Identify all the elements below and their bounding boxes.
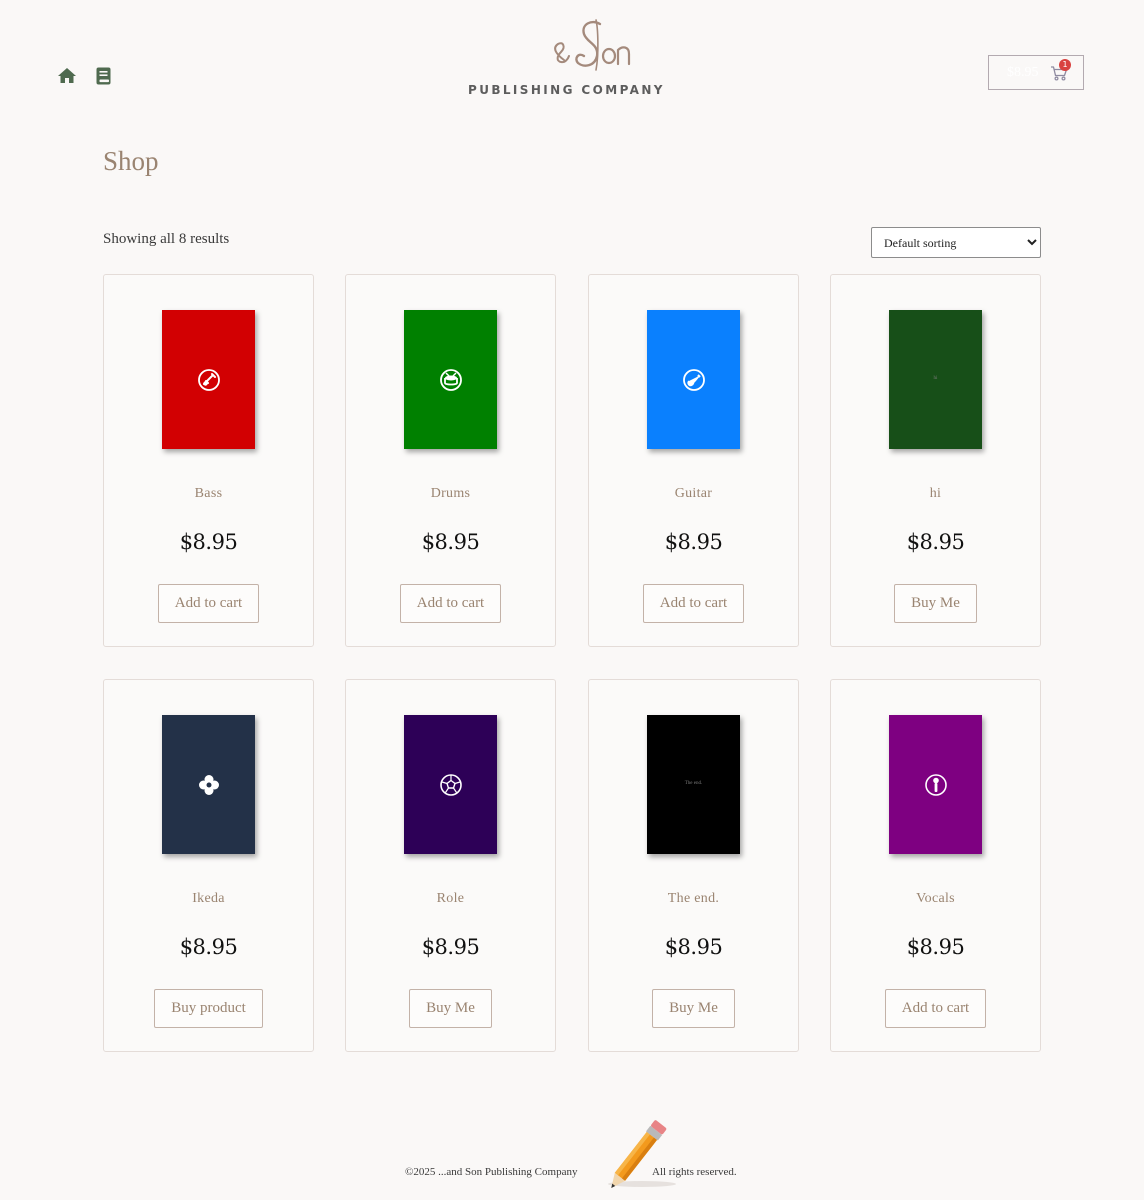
add-to-cart-button[interactable]: Add to cart [157, 584, 260, 623]
product-cover[interactable] [889, 715, 982, 854]
product-cover[interactable] [162, 310, 255, 449]
add-to-cart-button[interactable]: Add to cart [642, 584, 745, 623]
flower-icon [199, 775, 219, 795]
logo-text: PUBLISHING COMPANY [468, 83, 665, 97]
product-card-bass: Bass $8.95 Add to cart [103, 274, 314, 647]
product-name[interactable]: Guitar [589, 486, 798, 502]
result-count: Showing all 8 results [103, 231, 230, 247]
product-card-role: Role $8.95 Buy Me [345, 679, 556, 1052]
home-icon[interactable] [57, 66, 77, 86]
product-cover[interactable] [647, 310, 740, 449]
page: PUBLISHING COMPANY $8.95 1 Shop Showing … [0, 0, 1144, 1200]
product-card-hi: hi hi $8.95 Buy Me [830, 274, 1041, 647]
product-name[interactable]: Role [346, 891, 555, 907]
buy-me-button[interactable]: Buy Me [894, 584, 977, 623]
button-wrap: Add to cart [831, 989, 1040, 1028]
button-wrap: Buy Me [346, 989, 555, 1028]
product-price: $8.95 [664, 935, 723, 959]
button-wrap: Add to cart [589, 584, 798, 623]
product-name[interactable]: Drums [346, 486, 555, 502]
product-cover[interactable]: The end. [647, 715, 740, 854]
footer-copyright: ©2025 ...and Son Publishing Company [405, 1166, 578, 1178]
product-name[interactable]: hi [831, 486, 1040, 502]
product-price: $8.95 [421, 530, 480, 554]
product-price: $8.95 [906, 530, 965, 554]
cart-count-badge: 1 [1059, 59, 1071, 71]
page-title: Shop [103, 146, 159, 176]
product-name[interactable]: Bass [104, 486, 313, 502]
buy-product-button[interactable]: Buy product [154, 989, 263, 1028]
product-cover[interactable] [162, 715, 255, 854]
product-card-vocals: Vocals $8.95 Add to cart [830, 679, 1041, 1052]
product-card-the-end: The end. The end. $8.95 Buy Me [588, 679, 799, 1052]
site-logo[interactable]: PUBLISHING COMPANY [468, 14, 662, 97]
book-icon[interactable] [94, 66, 114, 86]
buy-me-button[interactable]: Buy Me [409, 989, 492, 1028]
cart-total: $8.95 [1007, 65, 1039, 80]
product-price: $8.95 [179, 935, 238, 959]
cover-text: hi [933, 376, 938, 381]
product-name[interactable]: Vocals [831, 891, 1040, 907]
guitar-icon [683, 369, 705, 391]
product-name[interactable]: Ikeda [104, 891, 313, 907]
product-name[interactable]: The end. [589, 891, 798, 907]
drum-icon [440, 369, 462, 391]
buy-me-button[interactable]: Buy Me [652, 989, 735, 1028]
soccer-ball-icon [440, 774, 462, 796]
product-price: $8.95 [421, 935, 480, 959]
button-wrap: Buy Me [831, 584, 1040, 623]
bass-guitar-icon [198, 369, 220, 391]
button-wrap: Add to cart [346, 584, 555, 623]
product-price: $8.95 [664, 530, 723, 554]
product-cover[interactable]: hi [889, 310, 982, 449]
button-wrap: Buy product [104, 989, 313, 1028]
pencil-icon [608, 1120, 676, 1188]
sort-select[interactable]: Default sorting [871, 227, 1041, 258]
product-cover[interactable] [404, 310, 497, 449]
cart-button[interactable]: $8.95 1 [988, 55, 1084, 90]
footer-rights: All rights reserved. [652, 1166, 737, 1178]
product-card-ikeda: Ikeda $8.95 Buy product [103, 679, 314, 1052]
microphone-icon [925, 774, 947, 796]
product-card-guitar: Guitar $8.95 Add to cart [588, 274, 799, 647]
product-cover[interactable] [404, 715, 497, 854]
button-wrap: Buy Me [589, 989, 798, 1028]
product-price: $8.95 [179, 530, 238, 554]
product-card-drums: Drums $8.95 Add to cart [345, 274, 556, 647]
add-to-cart-button[interactable]: Add to cart [399, 584, 502, 623]
logo-script-mark [554, 19, 631, 71]
cover-text: The end. [684, 781, 703, 786]
button-wrap: Add to cart [104, 584, 313, 623]
add-to-cart-button[interactable]: Add to cart [884, 989, 987, 1028]
product-price: $8.95 [906, 935, 965, 959]
